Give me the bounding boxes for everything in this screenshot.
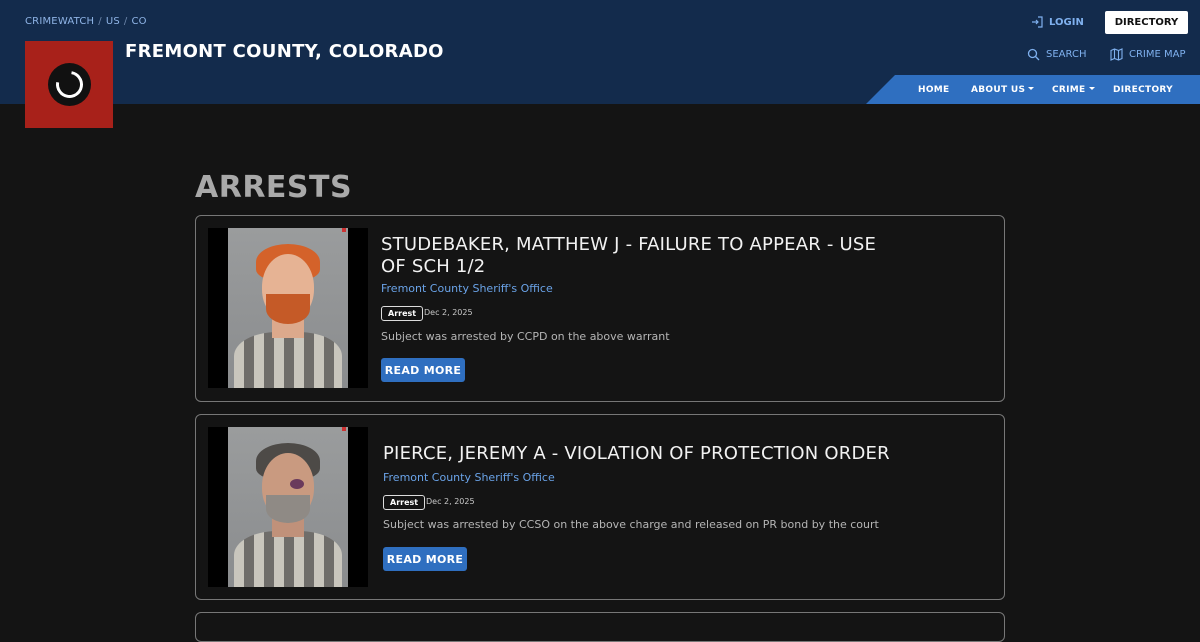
breadcrumb-us[interactable]: US <box>106 16 120 27</box>
crime-map-link[interactable]: CRIME MAP <box>1110 47 1186 61</box>
agency-logo[interactable] <box>25 41 113 128</box>
mugshot-image <box>228 228 348 388</box>
nav-about-us-label: ABOUT US <box>971 85 1026 95</box>
arrest-title[interactable]: STUDEBAKER, MATTHEW J - FAILURE TO APPEA… <box>381 234 901 278</box>
arrest-badge: Arrest <box>383 495 426 510</box>
search-icon <box>1027 48 1040 60</box>
nav-crime-label: CRIME <box>1052 85 1086 95</box>
directory-button[interactable]: DIRECTORY <box>1105 11 1188 34</box>
nav-directory[interactable]: DIRECTORY <box>1113 85 1173 95</box>
site-header: CRIMEWATCH / US / CO FREMONT COUNTY, COLORAD… <box>0 0 1200 104</box>
arrest-card <box>195 612 1005 642</box>
crime-map-label: CRIME MAP <box>1129 48 1186 60</box>
agency-link[interactable]: Fremont County Sheriff's Office <box>381 282 553 295</box>
breadcrumb-crimewatch[interactable]: CRIMEWATCH <box>25 16 94 27</box>
logo-ring <box>50 65 88 104</box>
nav-about-us[interactable]: ABOUT US <box>971 85 1035 95</box>
main-nav: HOME ABOUT US CRIME DIRECTORY <box>866 75 1200 104</box>
mugshot-image <box>228 427 348 587</box>
agency-link[interactable]: Fremont County Sheriff's Office <box>383 471 555 484</box>
search-label: SEARCH <box>1046 48 1087 60</box>
login-link[interactable]: LOGIN <box>1031 15 1084 29</box>
breadcrumb: CRIMEWATCH / US / CO <box>25 16 147 27</box>
logo-icon <box>47 63 91 106</box>
login-label: LOGIN <box>1049 16 1084 28</box>
breadcrumb-separator: / <box>98 16 102 27</box>
login-icon <box>1032 16 1043 28</box>
nav-crime[interactable]: CRIME <box>1052 85 1095 95</box>
arrest-description: Subject was arrested by CCPD on the abov… <box>381 330 670 343</box>
caret-down-icon <box>1028 87 1035 90</box>
arrest-description: Subject was arrested by CCSO on the abov… <box>383 518 879 531</box>
site-title[interactable]: FREMONT COUNTY, COLORADO <box>125 41 444 62</box>
nav-home[interactable]: HOME <box>918 85 950 95</box>
mugshot-frame[interactable] <box>208 427 368 587</box>
read-more-button[interactable]: READ MORE <box>381 358 465 382</box>
arrest-title[interactable]: PIERCE, JEREMY A - VIOLATION OF PROTECTI… <box>383 443 943 465</box>
arrest-date: Dec 2, 2025 <box>426 497 475 506</box>
page-title: ARRESTS <box>195 170 353 205</box>
mugshot-frame[interactable] <box>208 228 368 388</box>
arrest-card: STUDEBAKER, MATTHEW J - FAILURE TO APPEA… <box>195 215 1005 402</box>
arrest-date: Dec 2, 2025 <box>424 308 473 317</box>
read-more-button[interactable]: READ MORE <box>383 547 467 571</box>
nav-directory-label: DIRECTORY <box>1113 85 1173 95</box>
caret-down-icon <box>1088 87 1095 90</box>
nav-home-label: HOME <box>918 85 950 95</box>
breadcrumb-separator: / <box>123 16 128 27</box>
breadcrumb-co[interactable]: CO <box>132 16 147 27</box>
arrest-badge: Arrest <box>381 306 424 321</box>
map-icon <box>1110 47 1123 61</box>
arrest-card: PIERCE, JEREMY A - VIOLATION OF PROTECTI… <box>195 414 1005 600</box>
search-link[interactable]: SEARCH <box>1027 47 1086 61</box>
